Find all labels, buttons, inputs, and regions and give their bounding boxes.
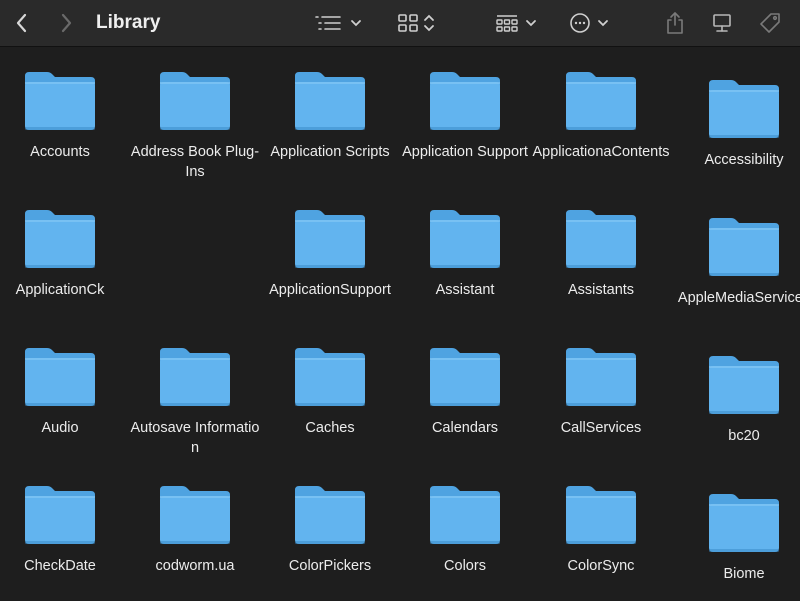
chevron-down-icon (597, 18, 609, 28)
folder-label: Audio (0, 418, 125, 438)
folder-item[interactable]: ApplicationaContents (536, 70, 666, 162)
folder-item[interactable]: codworm.ua (130, 484, 260, 576)
folder-item[interactable]: Caches (265, 346, 395, 438)
folder-item[interactable]: Assistants (536, 208, 666, 300)
folder-icon (707, 78, 781, 140)
folder-icon (564, 208, 638, 270)
folder-icon (707, 492, 781, 554)
forward-button[interactable] (52, 0, 80, 46)
folder-icon (23, 484, 97, 546)
folder-label: Application Scripts (265, 142, 395, 162)
folder-label: codworm.ua (130, 556, 260, 576)
share-button[interactable] (662, 0, 688, 46)
folder-label: Assistant (400, 280, 530, 300)
folder-icon (564, 484, 638, 546)
folder-label: ApplicationCk (0, 280, 125, 300)
window-title: Library (96, 0, 160, 46)
folder-item[interactable]: Colors (400, 484, 530, 576)
folder-label: Address Book Plug-Ins (130, 142, 260, 182)
folder-item[interactable]: Accounts (0, 70, 125, 162)
folder-icon (158, 484, 232, 546)
chevron-left-icon (15, 13, 29, 33)
folder-icon (293, 70, 367, 132)
folder-label: Caches (265, 418, 395, 438)
folder-item[interactable]: Audio (0, 346, 125, 438)
list-view-icon (314, 14, 342, 32)
folder-item[interactable]: bc20 (679, 354, 800, 446)
folder-icon (23, 346, 97, 408)
folder-icon (158, 70, 232, 132)
folder-item[interactable]: Address Book Plug-Ins (130, 70, 260, 182)
folder-item[interactable]: Biome (679, 492, 800, 584)
back-button[interactable] (8, 0, 36, 46)
chevron-down-icon (525, 18, 537, 28)
folder-label: CallServices (536, 418, 666, 438)
folder-icon (707, 354, 781, 416)
folder-item[interactable]: CallServices (536, 346, 666, 438)
folder-label: ApplicationaContents (531, 142, 671, 162)
folder-item[interactable]: Assistant (400, 208, 530, 300)
folder-item[interactable]: ApplicationSupport (265, 208, 395, 300)
share-icon (665, 11, 685, 35)
folder-item[interactable]: ColorPickers (265, 484, 395, 576)
folder-icon (428, 208, 502, 270)
folder-icon (564, 70, 638, 132)
folder-item[interactable]: CheckDate (0, 484, 125, 576)
folder-item[interactable]: Accessibility (679, 78, 800, 170)
folder-label: ApplicationSupport (260, 280, 400, 300)
folder-item[interactable]: Calendars (400, 346, 530, 438)
folder-item[interactable]: Application Scripts (265, 70, 395, 162)
tag-button[interactable] (756, 0, 784, 46)
folder-label: ColorPickers (265, 556, 395, 576)
folder-item[interactable]: Application Support (400, 70, 530, 162)
folder-grid: AccountsAddress Book Plug-InsApplication… (0, 47, 800, 601)
folder-label: Colors (400, 556, 530, 576)
folder-icon (428, 484, 502, 546)
folder-item[interactable]: AppleMediaServices (679, 216, 800, 308)
folder-item[interactable]: Autosave Information (130, 346, 260, 458)
folder-icon (564, 346, 638, 408)
folder-item[interactable]: ColorSync (536, 484, 666, 576)
device-button[interactable] (708, 0, 736, 46)
group-button[interactable] (492, 0, 540, 46)
folder-label: bc20 (679, 426, 800, 446)
folder-icon (428, 346, 502, 408)
folder-label: Biome (679, 564, 800, 584)
folder-icon (293, 484, 367, 546)
folder-icon (23, 70, 97, 132)
folder-icon (707, 216, 781, 278)
device-icon (711, 12, 733, 34)
folder-label: Accounts (0, 142, 125, 162)
folder-icon (428, 70, 502, 132)
toolbar: Library (0, 0, 800, 47)
folder-icon (23, 208, 97, 270)
actions-button[interactable] (566, 0, 612, 46)
folder-icon (293, 346, 367, 408)
chevron-right-icon (59, 13, 73, 33)
up-down-chevron-icon (423, 13, 435, 33)
tag-icon (758, 11, 782, 35)
folder-label: CheckDate (0, 556, 125, 576)
icon-view-button[interactable] (392, 0, 440, 46)
chevron-down-icon (350, 18, 362, 28)
folder-label: Application Support (400, 142, 530, 162)
folder-icon (158, 346, 232, 408)
group-icon (495, 13, 519, 33)
folder-label: Calendars (400, 418, 530, 438)
folder-icon (293, 208, 367, 270)
ellipsis-circle-icon (569, 12, 591, 34)
folder-item[interactable]: ApplicationCk (0, 208, 125, 300)
folder-label: Autosave Information (130, 418, 260, 458)
grid-view-icon (397, 13, 419, 33)
folder-label: Assistants (536, 280, 666, 300)
folder-label: Accessibility (679, 150, 800, 170)
folder-label: AppleMediaServices (674, 288, 800, 308)
folder-label: ColorSync (536, 556, 666, 576)
list-view-button[interactable] (312, 0, 364, 46)
